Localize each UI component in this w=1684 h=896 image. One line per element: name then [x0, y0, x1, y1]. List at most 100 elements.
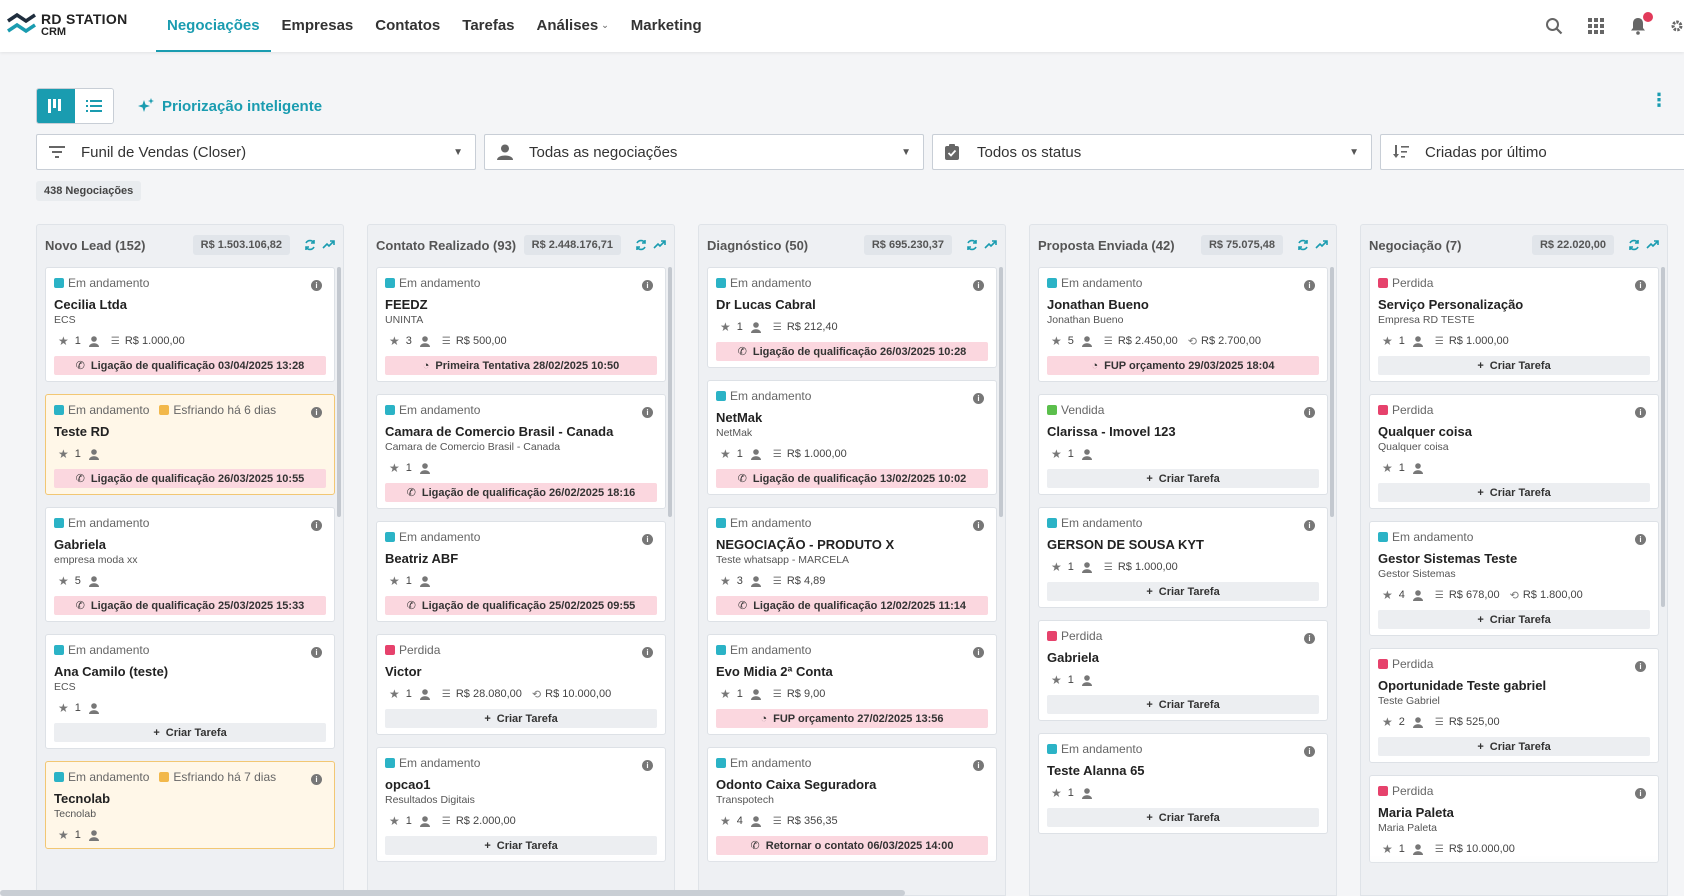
- status-select[interactable]: Todos os status ▼: [932, 134, 1372, 170]
- refresh-icon[interactable]: [304, 239, 316, 251]
- info-icon[interactable]: i: [642, 760, 653, 771]
- create-task-button[interactable]: + Criar Tarefa: [1047, 808, 1319, 827]
- create-task-button[interactable]: + Criar Tarefa: [1378, 610, 1650, 629]
- create-task-button[interactable]: + Criar Tarefa: [1047, 695, 1319, 714]
- next-task[interactable]: ✆ Ligação de qualificação 26/03/2025 10:2…: [716, 342, 988, 361]
- deal-card[interactable]: Em andamento i NEGOCIAÇÃO - PRODUTO X Teste…: [707, 507, 997, 622]
- refresh-icon[interactable]: [966, 239, 978, 251]
- apps-grid-icon[interactable]: [1586, 16, 1606, 36]
- deal-card[interactable]: Vendida i Clarissa - Imovel 123 ★ 1 + Criar Ta…: [1038, 394, 1328, 495]
- create-task-button[interactable]: + Criar Tarefa: [54, 723, 326, 742]
- create-task-button[interactable]: + Criar Tarefa: [1378, 483, 1650, 502]
- search-icon[interactable]: [1544, 16, 1564, 36]
- column-scrollbar[interactable]: [999, 267, 1003, 517]
- rd-station-logo[interactable]: RD STATION CRM: [0, 0, 140, 52]
- info-icon[interactable]: i: [1635, 407, 1646, 418]
- horizontal-scrollbar[interactable]: [0, 890, 905, 896]
- deal-card[interactable]: Perdida i Oportunidade Teste gabriel Teste …: [1369, 648, 1659, 763]
- deal-card[interactable]: Em andamento i NetMak NetMak ★ 1 ☰ R$ 1.000,00 ✆…: [707, 380, 997, 495]
- next-task[interactable]: ✆ Ligação de qualificação 13/02/2025 10:0…: [716, 469, 988, 488]
- trend-icon[interactable]: [653, 240, 666, 250]
- next-task[interactable]: ◔ FUP orçamento 27/02/2025 13:56: [716, 709, 988, 728]
- trend-icon[interactable]: [1315, 240, 1328, 250]
- info-icon[interactable]: i: [311, 407, 322, 418]
- info-icon[interactable]: i: [642, 534, 653, 545]
- deal-card[interactable]: Perdida i Maria Paleta Maria Paleta ★ 1 ☰ R$ 10…: [1369, 775, 1659, 863]
- deal-card[interactable]: Perdida i Victor ★ 1 ☰ R$ 28.080,00 ⟲ R$ 10.000,…: [376, 634, 666, 735]
- deal-card[interactable]: Perdida i Qualquer coisa Qualquer coisa ★ 1 + C…: [1369, 394, 1659, 509]
- create-task-button[interactable]: + Criar Tarefa: [385, 836, 657, 855]
- next-task[interactable]: ✆ Ligação de qualificação 26/03/2025 10:5…: [54, 469, 326, 488]
- nav-marketing[interactable]: Marketing: [620, 0, 713, 52]
- info-icon[interactable]: i: [973, 647, 984, 658]
- next-task[interactable]: ✆ Ligação de qualificação 03/04/2025 13:2…: [54, 356, 326, 375]
- info-icon[interactable]: i: [1304, 280, 1315, 291]
- info-icon[interactable]: i: [1304, 520, 1315, 531]
- smart-prioritization-button[interactable]: Priorização inteligente: [138, 98, 322, 115]
- deal-card[interactable]: Em andamento i Teste Alanna 65 ★ 1 + Criar Tar…: [1038, 733, 1328, 834]
- create-task-button[interactable]: + Criar Tarefa: [1378, 356, 1650, 375]
- info-icon[interactable]: i: [973, 520, 984, 531]
- deal-card[interactable]: Em andamento i GERSON DE SOUSA KYT ★ 1 ☰ R$ 1.…: [1038, 507, 1328, 608]
- column-scrollbar[interactable]: [668, 267, 672, 517]
- deal-card[interactable]: Em andamento i Beatriz ABF ★ 1 ✆ Ligação de qu…: [376, 521, 666, 622]
- deal-card[interactable]: Em andamento i Camara de Comercio Brasil -…: [376, 394, 666, 509]
- nav-analises[interactable]: Análises ⌄: [526, 0, 620, 52]
- deal-card[interactable]: Em andamento i Jonathan Bueno Jonathan Buen…: [1038, 267, 1328, 382]
- owner-select[interactable]: Todas as negociações ▼: [484, 134, 924, 170]
- column-scrollbar[interactable]: [337, 267, 341, 517]
- next-task[interactable]: ✆ Ligação de qualificação 12/02/2025 11:1…: [716, 596, 988, 615]
- deal-card[interactable]: Perdida i Gabriela ★ 1 + Criar Tarefa: [1038, 620, 1328, 721]
- deal-card[interactable]: Em andamento i Gabriela empresa moda xx ★ 5 ✆ L…: [45, 507, 335, 622]
- deal-card[interactable]: Em andamento i Dr Lucas Cabral ★ 1 ☰ R$ 212,40…: [707, 267, 997, 368]
- refresh-icon[interactable]: [635, 239, 647, 251]
- info-icon[interactable]: i: [973, 393, 984, 404]
- next-task[interactable]: ✆ Ligação de qualificação 25/02/2025 09:5…: [385, 596, 657, 615]
- settings-gear-icon[interactable]: [1670, 16, 1684, 36]
- info-icon[interactable]: i: [642, 407, 653, 418]
- deal-card[interactable]: Em andamento Esfriando há 6 dias i Teste RD…: [45, 394, 335, 495]
- info-icon[interactable]: i: [973, 760, 984, 771]
- create-task-button[interactable]: + Criar Tarefa: [1378, 737, 1650, 756]
- info-icon[interactable]: i: [1304, 407, 1315, 418]
- next-task[interactable]: ✆ Retornar o contato 06/03/2025 14:00: [716, 836, 988, 855]
- info-icon[interactable]: i: [1304, 633, 1315, 644]
- trend-icon[interactable]: [1646, 240, 1659, 250]
- deal-card[interactable]: Em andamento i Odonto Caixa Seguradora Tran…: [707, 747, 997, 862]
- column-scrollbar[interactable]: [1661, 267, 1665, 607]
- next-task[interactable]: ◔ Primeira Tentativa 28/02/2025 10:50: [385, 356, 657, 375]
- create-task-button[interactable]: + Criar Tarefa: [385, 709, 657, 728]
- deal-card[interactable]: Perdida i Serviço Personalização Empresa RD…: [1369, 267, 1659, 382]
- info-icon[interactable]: i: [1635, 280, 1646, 291]
- kanban-view-button[interactable]: [37, 89, 75, 123]
- nav-negociacoes[interactable]: Negociações: [156, 0, 271, 52]
- list-view-button[interactable]: [75, 89, 113, 123]
- info-icon[interactable]: i: [642, 647, 653, 658]
- deal-card[interactable]: Em andamento i FEEDZ UNINTA ★ 3 ☰ R$ 500,00 ◔ Pri…: [376, 267, 666, 382]
- deal-card[interactable]: Em andamento i Cecilia Ltda ECS ★ 1 ☰ R$ 1.000,…: [45, 267, 335, 382]
- deal-card[interactable]: Em andamento i Gestor Sistemas Teste Gestor…: [1369, 521, 1659, 636]
- deal-card[interactable]: Em andamento Esfriando há 7 dias i Tecnolab…: [45, 761, 335, 849]
- info-icon[interactable]: i: [1635, 534, 1646, 545]
- info-icon[interactable]: i: [311, 647, 322, 658]
- info-icon[interactable]: i: [311, 520, 322, 531]
- create-task-button[interactable]: + Criar Tarefa: [1047, 582, 1319, 601]
- funnel-select[interactable]: Funil de Vendas (Closer) ▼: [36, 134, 476, 170]
- next-task[interactable]: ✆ Ligação de qualificação 25/03/2025 15:3…: [54, 596, 326, 615]
- info-icon[interactable]: i: [1304, 746, 1315, 757]
- deal-card[interactable]: Em andamento i Ana Camilo (teste) ECS ★ 1 + Cri…: [45, 634, 335, 749]
- more-options-icon[interactable]: ⋮: [1650, 91, 1668, 109]
- info-icon[interactable]: i: [1635, 661, 1646, 672]
- nav-contatos[interactable]: Contatos: [364, 0, 451, 52]
- deal-card[interactable]: Em andamento i Evo Midia 2ª Conta ★ 1 ☰ R$ 9,0…: [707, 634, 997, 735]
- sort-select[interactable]: Criadas por último: [1380, 134, 1684, 170]
- refresh-icon[interactable]: [1628, 239, 1640, 251]
- trend-icon[interactable]: [984, 240, 997, 250]
- create-task-button[interactable]: + Criar Tarefa: [1047, 469, 1319, 488]
- info-icon[interactable]: i: [311, 280, 322, 291]
- trend-icon[interactable]: [322, 240, 335, 250]
- notifications-bell-icon[interactable]: [1628, 12, 1653, 36]
- nav-empresas[interactable]: Empresas: [271, 0, 365, 52]
- info-icon[interactable]: i: [642, 280, 653, 291]
- column-scrollbar[interactable]: [1330, 267, 1334, 517]
